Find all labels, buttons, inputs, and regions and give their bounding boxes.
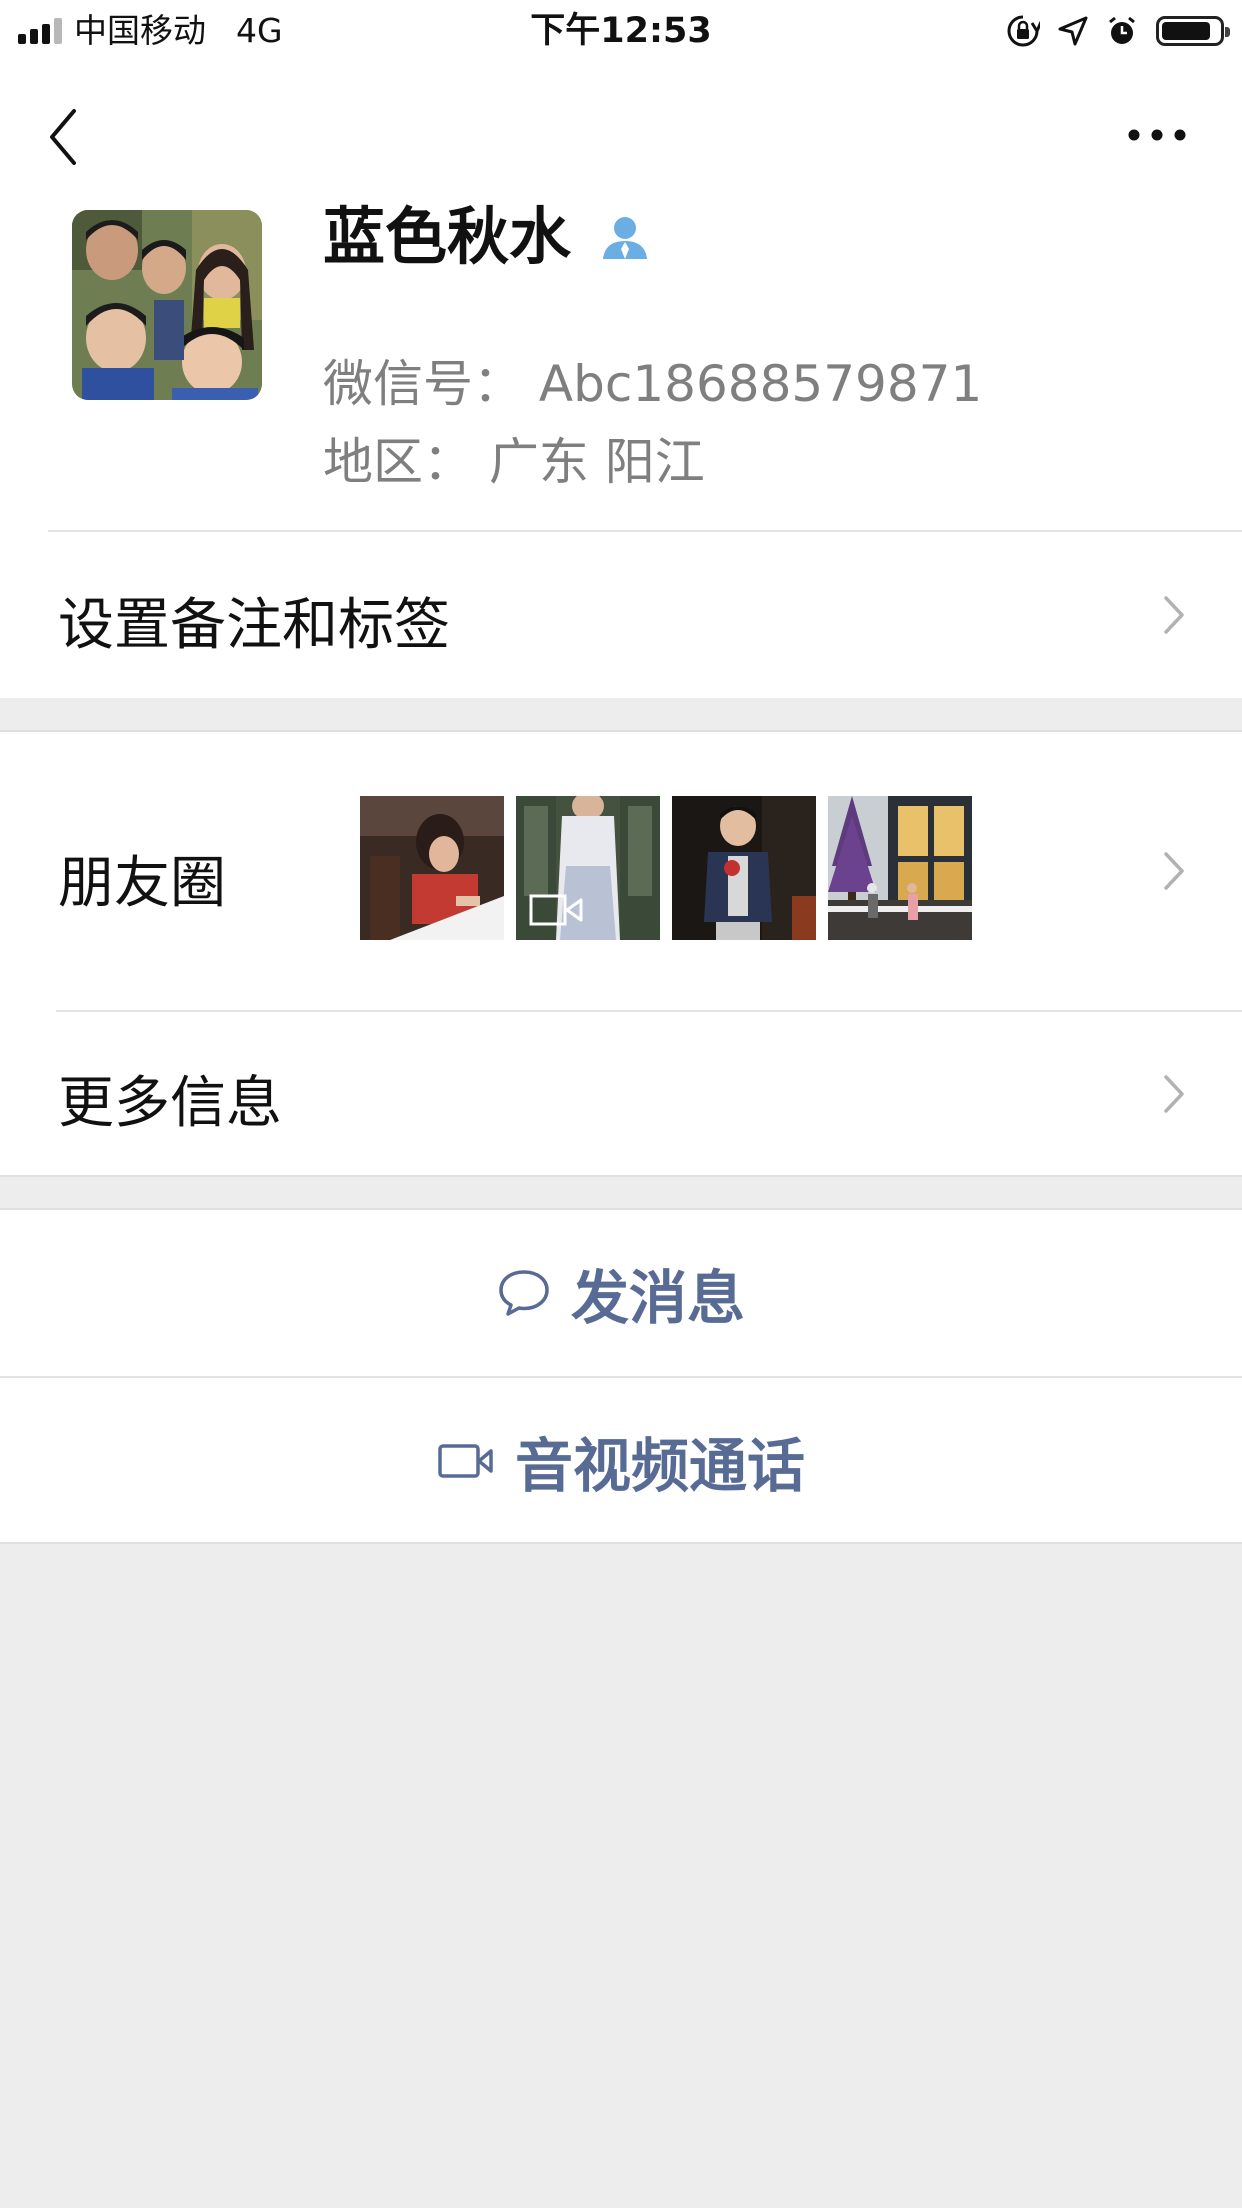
chevron-right-icon xyxy=(1164,1075,1184,1113)
moments-thumbnail[interactable] xyxy=(828,796,972,940)
moments-thumbnails xyxy=(360,796,972,940)
battery-fill xyxy=(1162,22,1210,40)
video-camera-icon xyxy=(438,1444,493,1478)
more-options-button[interactable] xyxy=(1122,110,1192,160)
wechat-id: 微信号： Abc18688579871 xyxy=(323,355,983,413)
chevron-right-icon xyxy=(1164,852,1184,890)
more-dots-icon xyxy=(1128,129,1186,141)
thumbnail-photo xyxy=(360,796,504,940)
status-bar: 中国移动 4G 下午12:53 xyxy=(0,0,1242,62)
back-button[interactable] xyxy=(40,97,90,177)
actions-section: 发消息 音视频通话 xyxy=(0,1208,1242,1544)
more-info-row[interactable]: 更多信息 xyxy=(0,1012,1242,1177)
moments-thumbnail-video[interactable] xyxy=(516,796,660,940)
voice-video-call-button[interactable]: 音视频通话 xyxy=(0,1378,1242,1544)
location-icon xyxy=(1058,16,1088,46)
profile-section: 蓝色秋水 微信号： Abc18688579871 地区： 广东 阳江 设置备注和… xyxy=(0,62,1242,698)
more-info-label: 更多信息 xyxy=(58,1071,282,1136)
set-remark-label: 设置备注和标签 xyxy=(58,593,450,658)
video-camera-icon xyxy=(529,894,583,926)
orientation-lock-icon xyxy=(1007,15,1040,47)
set-remark-and-tags-row[interactable]: 设置备注和标签 xyxy=(0,532,1242,698)
chat-bubble-icon xyxy=(499,1270,549,1316)
send-message-label: 发消息 xyxy=(570,1264,745,1332)
moments-label: 朋友圈 xyxy=(58,851,226,916)
avatar[interactable] xyxy=(72,210,262,400)
battery-tip xyxy=(1225,27,1230,37)
thumbnail-photo xyxy=(672,796,816,940)
contact-name: 蓝色秋水 xyxy=(323,200,572,273)
back-chevron-icon xyxy=(50,109,76,165)
moments-thumbnail[interactable] xyxy=(672,796,816,940)
details-section: 朋友圈 更多信息 xyxy=(0,730,1242,1177)
send-message-button[interactable]: 发消息 xyxy=(0,1210,1242,1376)
chevron-right-icon xyxy=(1164,596,1184,634)
moments-row[interactable]: 朋友圈 xyxy=(0,732,1242,1010)
moments-thumbnail[interactable] xyxy=(360,796,504,940)
region: 地区： 广东 阳江 xyxy=(323,433,705,491)
name-row: 蓝色秋水 xyxy=(323,192,651,282)
status-right xyxy=(1006,12,1230,50)
contact-person-icon xyxy=(603,217,648,259)
thumbnail-photo xyxy=(828,796,972,940)
battery-icon xyxy=(1156,16,1230,46)
voice-video-call-label: 音视频通话 xyxy=(514,1432,805,1500)
avatar-photo xyxy=(72,210,262,400)
alarm-icon xyxy=(1109,16,1135,44)
